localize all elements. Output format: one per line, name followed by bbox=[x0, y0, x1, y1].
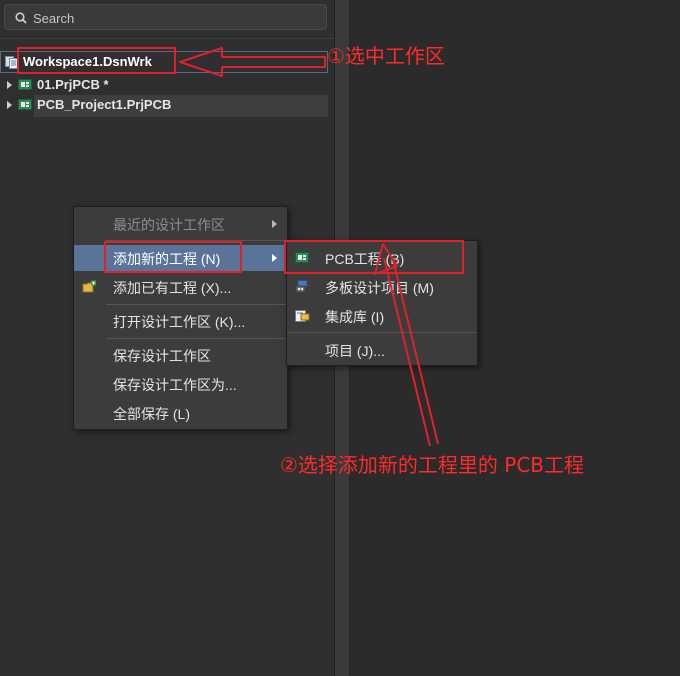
menu-item-add-existing-project[interactable]: 添加已有工程 (X)... bbox=[74, 274, 287, 300]
annotation-box-workspace bbox=[17, 47, 176, 74]
add-existing-project-icon bbox=[82, 280, 96, 293]
expand-arrow-icon[interactable] bbox=[7, 101, 12, 109]
pcb-project-icon bbox=[18, 99, 32, 110]
project-label: PCB_Project1.PrjPCB bbox=[37, 97, 172, 112]
menu-separator bbox=[106, 338, 287, 339]
search-icon bbox=[15, 12, 27, 24]
search-input[interactable] bbox=[33, 9, 313, 27]
menu-item-save-workspace[interactable]: 保存设计工作区 bbox=[74, 342, 287, 368]
menu-item-open-workspace[interactable]: 打开设计工作区 (K)... bbox=[74, 308, 287, 334]
tree-item-project[interactable]: PCB_Project1.PrjPCB bbox=[0, 95, 334, 117]
annotation-box-add-new-project bbox=[104, 241, 242, 273]
annotation-step-2: ②选择添加新的工程里的 PCB工程 bbox=[280, 453, 585, 477]
submenu-arrow-icon bbox=[272, 220, 277, 228]
submenu-item-project[interactable]: 项目 (J)... bbox=[287, 337, 477, 363]
menu-separator bbox=[106, 304, 287, 305]
annotation-box-pcb-project bbox=[284, 240, 464, 274]
submenu-item-integrated-library[interactable]: 集成库 (I) bbox=[287, 303, 477, 329]
multiboard-project-icon bbox=[295, 280, 308, 293]
menu-separator bbox=[287, 332, 477, 333]
context-menu: 最近的设计工作区 添加新的工程 (N) 添加已有工程 (X)... 打开设计工作… bbox=[73, 206, 288, 430]
menu-item-recent-workspaces[interactable]: 最近的设计工作区 bbox=[74, 211, 287, 237]
project-label: 01.PrjPCB * bbox=[37, 77, 109, 92]
submenu-item-multiboard-project[interactable]: 多板设计项目 (M) bbox=[287, 274, 477, 300]
search-box[interactable] bbox=[4, 4, 327, 30]
expand-arrow-icon[interactable] bbox=[7, 81, 12, 89]
submenu-arrow-icon bbox=[272, 254, 277, 262]
pcb-project-icon bbox=[18, 79, 32, 90]
annotation-step-1: ①选中工作区 bbox=[327, 44, 445, 68]
integrated-library-icon bbox=[295, 310, 310, 322]
divider bbox=[0, 38, 334, 39]
menu-item-save-all[interactable]: 全部保存 (L) bbox=[74, 400, 287, 426]
tree-item-project[interactable]: 01.PrjPCB * bbox=[0, 75, 334, 95]
menu-item-save-workspace-as[interactable]: 保存设计工作区为... bbox=[74, 371, 287, 397]
